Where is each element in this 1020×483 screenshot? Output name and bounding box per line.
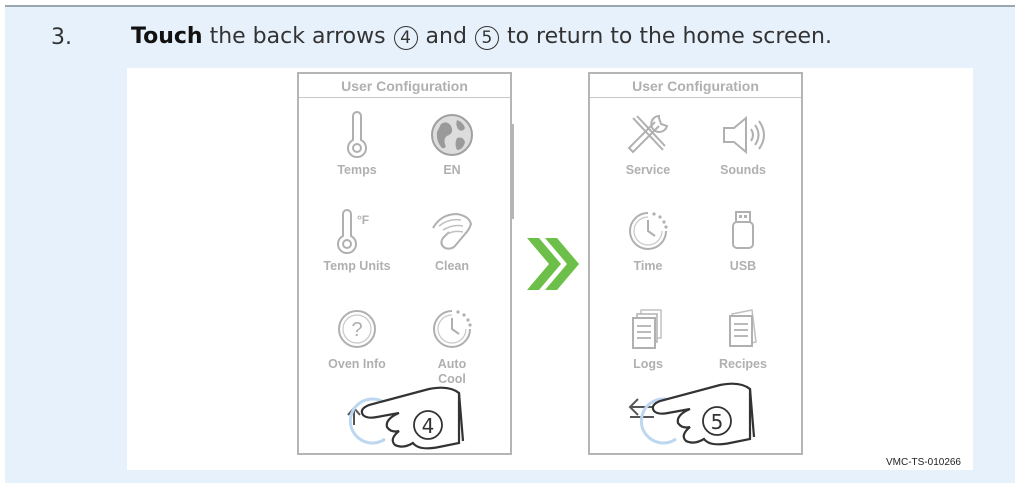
figure-code: VMC-TS-010266 bbox=[885, 457, 961, 468]
tile-label: Temps bbox=[337, 163, 377, 177]
tile-label: Time bbox=[633, 259, 663, 273]
tile-label: EN bbox=[443, 163, 461, 177]
usb-tile[interactable]: USB bbox=[693, 206, 793, 274]
step-instruction: Touch the back arrows 4 and 5 to return … bbox=[131, 24, 832, 50]
step-action-word: Touch bbox=[131, 24, 203, 49]
globe-icon bbox=[431, 114, 473, 156]
tools-icon bbox=[627, 114, 669, 154]
tile-label: Oven Info bbox=[328, 357, 386, 371]
step-text-part: to return to the home screen. bbox=[499, 24, 832, 49]
cooldown-clock-icon bbox=[433, 310, 472, 348]
step-text-part: the back arrows bbox=[202, 24, 393, 49]
logs-icon bbox=[632, 309, 662, 349]
nav-area: 4 bbox=[299, 373, 510, 453]
tile-label: Temp Units bbox=[323, 259, 391, 273]
recipes-tile[interactable]: Recipes bbox=[693, 304, 793, 372]
clock-icon bbox=[629, 212, 668, 250]
language-tile[interactable]: EN bbox=[402, 110, 502, 178]
clean-tile[interactable]: Clean bbox=[402, 206, 502, 274]
pointing-hand-icon bbox=[360, 386, 465, 450]
oven-info-tile[interactable]: ? Oven Info bbox=[307, 304, 407, 372]
time-tile[interactable]: Time bbox=[598, 206, 698, 274]
tile-label: Recipes bbox=[719, 357, 767, 371]
scrollbar[interactable] bbox=[512, 124, 514, 219]
tile-label: Sounds bbox=[720, 163, 766, 177]
tile-label: USB bbox=[729, 259, 757, 273]
callout-marker-4: 4 bbox=[393, 26, 418, 50]
step-number: 3. bbox=[51, 25, 72, 50]
next-chevrons-icon bbox=[527, 238, 579, 290]
screen-title: User Configuration bbox=[590, 74, 801, 98]
step-text-part: and bbox=[418, 24, 474, 49]
touch-gesture-illustration: 4 bbox=[347, 386, 465, 450]
service-tile[interactable]: Service bbox=[598, 110, 698, 178]
touch-gesture-illustration: 5 bbox=[628, 382, 756, 446]
callout-marker-4: 4 bbox=[422, 414, 435, 438]
callout-marker-5: 5 bbox=[711, 410, 724, 434]
figure: User Configuration Temps EN °F Temp Unit… bbox=[127, 68, 973, 470]
thermometer-icon bbox=[347, 111, 367, 159]
logs-tile[interactable]: Logs bbox=[598, 304, 698, 372]
step-panel: 3. Touch the back arrows 4 and 5 to retu… bbox=[5, 5, 1015, 483]
left-screen: User Configuration Temps EN °F Temp Unit… bbox=[297, 72, 514, 455]
svg-text:?: ? bbox=[351, 319, 362, 341]
hand-wipe-icon bbox=[432, 212, 473, 250]
tile-label: Auto bbox=[437, 357, 467, 371]
tile-label: Clean bbox=[434, 259, 470, 273]
tile-label: Logs bbox=[633, 357, 663, 371]
right-screen: User Configuration Service Sounds Time U… bbox=[588, 72, 803, 455]
temp-units-tile[interactable]: °F Temp Units bbox=[307, 206, 407, 274]
thermometer-fahrenheit-icon: °F bbox=[337, 209, 369, 255]
tile-label: Service bbox=[625, 163, 671, 177]
sounds-tile[interactable]: Sounds bbox=[693, 110, 793, 178]
recipes-icon bbox=[729, 309, 757, 347]
screen-title: User Configuration bbox=[299, 74, 510, 98]
temps-tile[interactable]: Temps bbox=[307, 110, 407, 178]
speaker-icon bbox=[723, 115, 765, 155]
question-icon: ? bbox=[338, 310, 376, 348]
callout-marker-5: 5 bbox=[474, 26, 499, 50]
nav-area: 5 bbox=[590, 373, 801, 453]
usb-icon bbox=[732, 211, 754, 249]
svg-text:°F: °F bbox=[357, 213, 369, 227]
pointing-hand-icon bbox=[651, 382, 756, 446]
